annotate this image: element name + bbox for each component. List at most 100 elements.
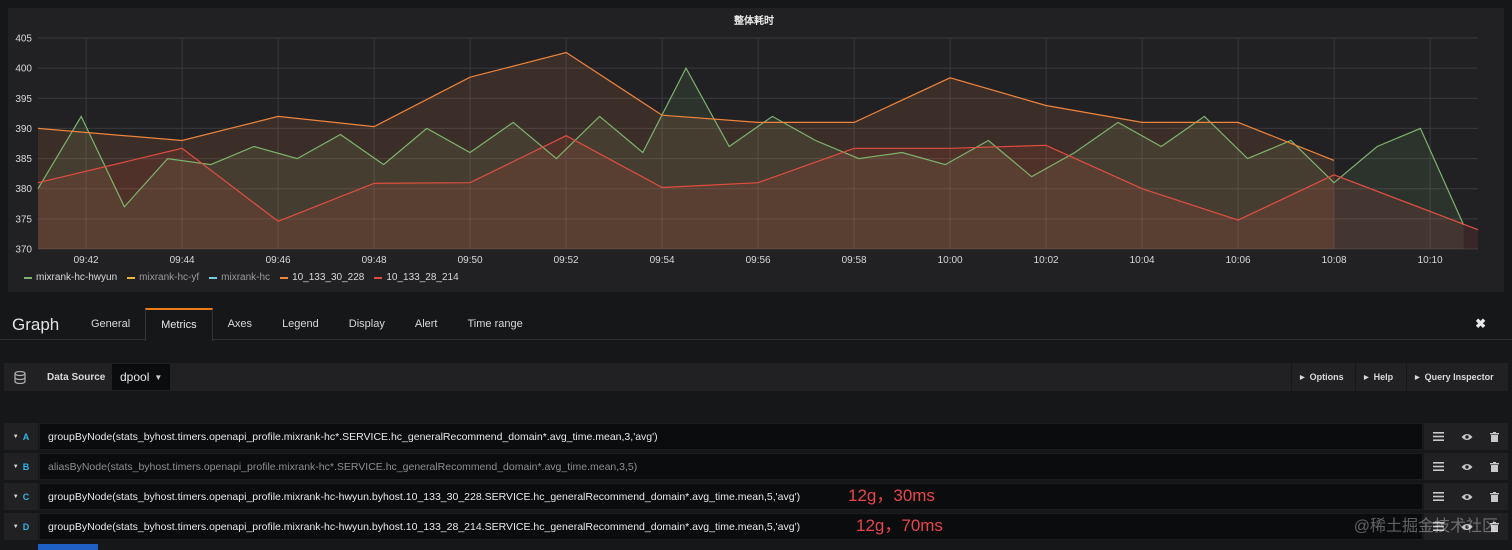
x-tick-label: 09:48 <box>362 255 387 266</box>
legend-label: 10_133_30_228 <box>292 272 365 283</box>
query-actions <box>1424 483 1508 510</box>
query-actions <box>1424 423 1508 450</box>
tab-legend[interactable]: Legend <box>267 308 334 341</box>
datasource-select[interactable]: dpool ▼ <box>112 364 171 390</box>
datasource-value: dpool <box>120 370 150 384</box>
graph-panel: 405 400 395 390 385 380 375 370 09:42 09:44 09:46… <box>8 8 1504 292</box>
x-tick-label: 09:50 <box>458 255 483 266</box>
x-tick-label: 10:08 <box>1322 255 1347 266</box>
legend-swatch <box>374 276 383 279</box>
x-tick-label: 10:06 <box>1226 255 1251 266</box>
query-collapse-toggle[interactable]: ▼ A <box>4 423 38 450</box>
legend-item[interactable]: 10_133_28_214 <box>374 272 459 283</box>
chevron-down-icon: ▼ <box>12 493 19 500</box>
eye-icon[interactable] <box>1461 463 1473 471</box>
legend-label: mixrank-hc <box>221 272 271 283</box>
query-letter: A <box>22 431 30 442</box>
hamburger-icon[interactable] <box>1432 432 1444 441</box>
x-tick-label: 09:54 <box>650 255 675 266</box>
chevron-down-icon: ▼ <box>12 463 19 470</box>
chevron-down-icon: ▼ <box>154 372 163 382</box>
query-inspector-button[interactable]: ▶ Query Inspector <box>1406 363 1502 391</box>
x-tick-label: 10:02 <box>1034 255 1059 266</box>
eye-icon[interactable] <box>1461 433 1473 441</box>
hamburger-icon[interactable] <box>1432 492 1444 501</box>
help-button[interactable]: ▶ Help <box>1355 363 1402 391</box>
x-tick-label: 09:46 <box>266 255 291 266</box>
x-tick-label: 10:00 <box>938 255 963 266</box>
query-collapse-toggle[interactable]: ▼ B <box>4 453 38 480</box>
caret-right-icon: ▶ <box>1300 374 1305 381</box>
y-tick-label: 400 <box>15 64 32 75</box>
query-input[interactable]: groupByNode(stats_byhost.timers.openapi_… <box>39 483 1423 510</box>
chart-title: 整体耗时 <box>733 14 774 27</box>
x-tick-label: 09:52 <box>554 255 579 266</box>
y-tick-label: 370 <box>15 245 32 256</box>
tab-time-range[interactable]: Time range <box>452 308 537 341</box>
datasource-row: Data Source dpool ▼ ▶ Options ▶ Help ▶ Q… <box>4 363 1508 391</box>
y-tick-label: 375 <box>15 214 32 225</box>
legend-label: mixrank-hc-hwyun <box>36 272 118 283</box>
query-row-c: ▼ CgroupByNode(stats_byhost.timers.openap… <box>4 483 1508 510</box>
query-annotation: 12g，30ms <box>848 486 935 505</box>
eye-icon[interactable] <box>1461 493 1473 501</box>
chart-legend: mixrank-hc-hwyun mixrank-hc-yf mixrank-hc 1… <box>24 272 459 283</box>
query-input[interactable]: aliasByNode(stats_byhost.timers.openapi_… <box>39 453 1423 480</box>
options-label: Options <box>1309 372 1344 382</box>
options-button[interactable]: ▶ Options <box>1291 363 1352 391</box>
panel-editor-header: Graph General Metrics Axes Legend Display Ale… <box>0 302 1512 341</box>
datasource-label: Data Source <box>47 372 106 383</box>
legend-swatch <box>127 276 136 279</box>
tab-metrics[interactable]: Metrics <box>145 308 213 341</box>
y-tick-label: 390 <box>15 124 32 135</box>
query-letter: D <box>22 521 30 532</box>
caret-right-icon: ▶ <box>1364 374 1369 381</box>
legend-label: 10_133_28_214 <box>386 272 459 283</box>
x-tick-label: 09:56 <box>746 255 771 266</box>
query-annotation: 12g，70ms <box>856 516 943 535</box>
x-tick-label: 09:42 <box>74 255 99 266</box>
query-row-a: ▼ AgroupByNode(stats_byhost.timers.openap… <box>4 423 1508 450</box>
query-input[interactable]: groupByNode(stats_byhost.timers.openapi_… <box>39 423 1423 450</box>
legend-item[interactable]: mixrank-hc <box>209 272 270 283</box>
tab-display[interactable]: Display <box>334 308 400 341</box>
y-tick-label: 380 <box>15 184 32 195</box>
query-inspector-label: Query Inspector <box>1424 372 1494 382</box>
close-icon[interactable]: ✖ <box>1475 316 1486 332</box>
query-collapse-toggle[interactable]: ▼ D <box>4 513 38 540</box>
watermark: @稀土掘金技术社区 <box>1353 518 1498 535</box>
y-tick-label: 385 <box>15 154 32 165</box>
query-actions <box>1424 453 1508 480</box>
legend-item[interactable]: mixrank-hc-hwyun <box>24 272 117 283</box>
trash-icon[interactable] <box>1490 461 1500 472</box>
chevron-down-icon: ▼ <box>12 433 19 440</box>
legend-swatch <box>209 276 218 279</box>
y-tick-label: 405 <box>15 34 32 45</box>
editor-title: Graph <box>12 315 60 334</box>
legend-label: mixrank-hc-yf <box>139 272 200 283</box>
query-row-d: ▼ DgroupByNode(stats_byhost.timers.openap… <box>4 513 1508 540</box>
legend-item[interactable]: mixrank-hc-yf <box>127 272 199 283</box>
query-row-b: ▼ BaliasByNode(stats_byhost.timers.openap… <box>4 453 1508 480</box>
query-input[interactable]: groupByNode(stats_byhost.timers.openapi_… <box>39 513 1423 540</box>
chart[interactable]: 405 400 395 390 385 380 375 370 09:42 09:44 09:46… <box>8 8 1504 292</box>
x-tick-label: 09:44 <box>170 255 195 266</box>
database-icon <box>14 371 26 384</box>
legend-swatch <box>24 276 32 279</box>
legend-item[interactable]: 10_133_30_228 <box>280 272 364 283</box>
tab-axes[interactable]: Axes <box>213 308 267 341</box>
add-query-button[interactable] <box>38 544 98 550</box>
tab-general[interactable]: General <box>76 308 145 341</box>
query-letter: B <box>22 461 30 472</box>
editor-tabs: General Metrics Axes Legend Display Alert Time… <box>76 308 538 341</box>
tab-alert[interactable]: Alert <box>400 308 453 341</box>
trash-icon[interactable] <box>1490 491 1500 502</box>
trash-icon[interactable] <box>1490 431 1500 442</box>
x-tick-label: 09:58 <box>842 255 867 266</box>
hamburger-icon[interactable] <box>1432 462 1444 471</box>
help-label: Help <box>1373 372 1394 382</box>
query-collapse-toggle[interactable]: ▼ C <box>4 483 38 510</box>
y-tick-label: 395 <box>15 94 32 105</box>
chevron-down-icon: ▼ <box>12 523 19 530</box>
legend-swatch <box>280 276 289 279</box>
